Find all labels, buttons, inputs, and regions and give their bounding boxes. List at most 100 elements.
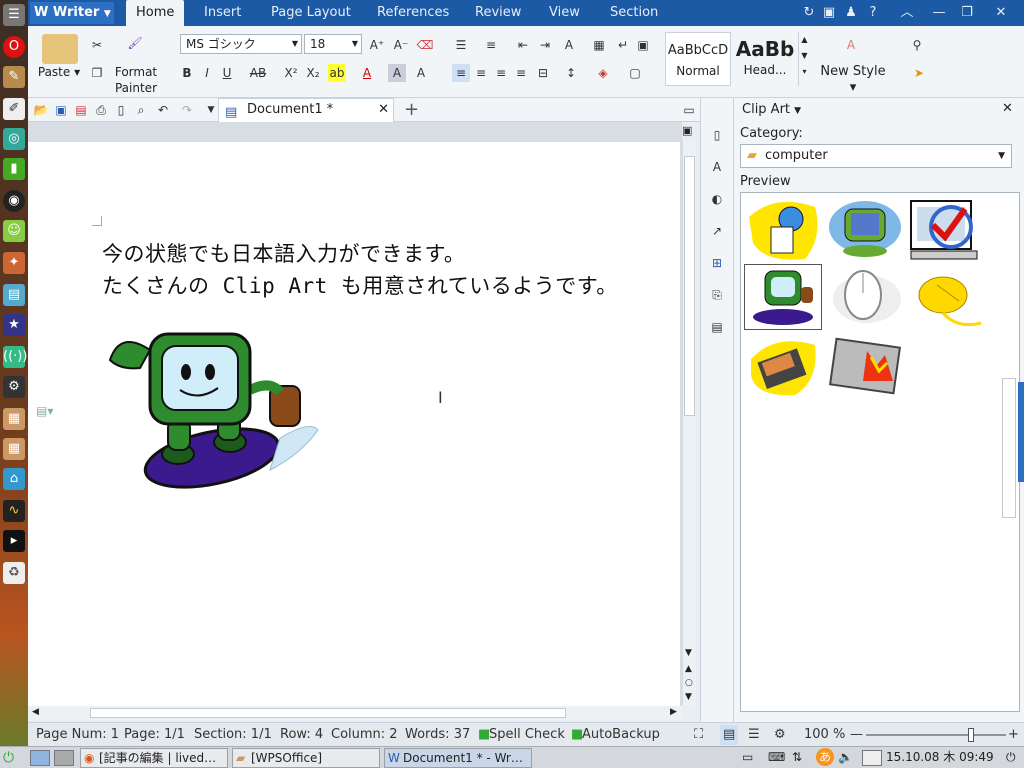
- panel-collapse-handle[interactable]: [1018, 382, 1024, 482]
- start-icon[interactable]: ⏻: [3, 749, 23, 767]
- network-tray-icon[interactable]: ⇅: [792, 747, 802, 767]
- table-icon[interactable]: ▦: [590, 36, 608, 54]
- styles-more-icon[interactable]: ▲ ▼ ▾: [798, 32, 810, 86]
- grow-font-icon[interactable]: A⁺: [368, 36, 386, 54]
- network-app-icon[interactable]: ◎: [3, 128, 25, 150]
- taskbar-item-browser[interactable]: ◉ [記事の編集 | lived…: [80, 748, 228, 768]
- cut-icon[interactable]: ✂: [88, 36, 106, 54]
- save-icon[interactable]: ▣: [52, 101, 70, 119]
- strikethrough-icon[interactable]: AB: [246, 64, 270, 82]
- tab-close-icon[interactable]: ✕: [378, 99, 389, 121]
- scroll-down-icon[interactable]: ▼: [685, 648, 692, 658]
- distribute-icon[interactable]: ⊟: [534, 64, 552, 82]
- notes-icon[interactable]: ✎: [3, 66, 25, 88]
- horizontal-scrollbar-thumb[interactable]: [90, 708, 566, 718]
- show-marks-icon[interactable]: ↵: [614, 36, 632, 54]
- brush-icon[interactable]: 🖌: [126, 34, 144, 52]
- format-painter-button[interactable]: Format Painter: [108, 64, 164, 96]
- clipart-thumb-scanner[interactable]: [745, 335, 821, 399]
- justify-icon[interactable]: ≡: [512, 64, 530, 82]
- zoom-in-icon[interactable]: +: [1008, 723, 1019, 747]
- monitor-icon[interactable]: ∿: [3, 500, 25, 522]
- clipart-thumb-mouse-yellow[interactable]: [907, 265, 983, 329]
- workspace-1[interactable]: [30, 750, 50, 766]
- char-border-icon[interactable]: A: [412, 64, 430, 82]
- autobackup-button[interactable]: AutoBackup: [582, 723, 660, 747]
- document-pane-icon[interactable]: ▤: [708, 318, 726, 336]
- paste-icon[interactable]: [42, 34, 78, 64]
- borders-icon[interactable]: ▢: [626, 64, 644, 82]
- clear-format-icon[interactable]: ⌫: [416, 36, 434, 54]
- highlight-icon[interactable]: ab: [328, 64, 346, 82]
- export-pdf-icon[interactable]: ▤: [72, 101, 90, 119]
- volume-icon[interactable]: 🔈: [838, 747, 853, 767]
- horizontal-scrollbar[interactable]: ◀ ▶: [28, 706, 682, 720]
- scrollbar-thumb[interactable]: [684, 156, 695, 416]
- find-icon[interactable]: ⚲: [908, 36, 926, 54]
- menu-icon[interactable]: ☰: [3, 4, 25, 26]
- pen-icon[interactable]: ✐: [3, 98, 25, 120]
- shrink-font-icon[interactable]: A⁻: [392, 36, 410, 54]
- clipart-panel-title[interactable]: Clip Art ▼: [742, 101, 801, 120]
- clipart-thumb-snowboarder[interactable]: [744, 264, 822, 330]
- shop-icon[interactable]: ⌂: [3, 468, 25, 490]
- new-doc-pane-icon[interactable]: ▯: [708, 126, 726, 144]
- sync-icon[interactable]: ↻: [800, 4, 818, 22]
- select-browse-icon[interactable]: ○: [685, 678, 693, 688]
- mascot-icon[interactable]: ☺: [3, 220, 25, 242]
- select-cursor-icon[interactable]: ➤: [910, 64, 928, 82]
- decrease-indent-icon[interactable]: ⇤: [514, 36, 532, 54]
- clipart-thumb-monitor-check[interactable]: [907, 197, 983, 261]
- font-color-icon[interactable]: A: [358, 64, 376, 82]
- tab-home[interactable]: Home: [126, 0, 185, 26]
- paragraph-handle-icon[interactable]: ▤▾: [36, 404, 53, 418]
- page-view-icon[interactable]: ▤: [720, 725, 739, 745]
- next-page-icon[interactable]: ▼: [685, 692, 692, 702]
- tab-page-layout[interactable]: Page Layout: [261, 0, 361, 26]
- star-app-icon[interactable]: ★: [3, 314, 25, 336]
- clipart-thumb-drive[interactable]: [827, 335, 903, 399]
- image-viewer-icon[interactable]: ▤: [3, 284, 25, 306]
- paint-icon[interactable]: ✦: [3, 252, 25, 274]
- style-normal[interactable]: AaBbCcD Normal: [665, 32, 731, 86]
- underline-icon[interactable]: U: [218, 64, 236, 82]
- style-heading[interactable]: AaBb Head...: [732, 32, 798, 86]
- new-tab-button[interactable]: +: [404, 99, 419, 121]
- align-center-icon[interactable]: ≡: [472, 64, 490, 82]
- app-menu-button[interactable]: W Writer ▼: [30, 2, 114, 24]
- terminal-icon[interactable]: ▸: [3, 530, 25, 552]
- clipart-pane-icon[interactable]: ⊞: [708, 254, 726, 272]
- styles-pane-icon[interactable]: A: [708, 158, 726, 176]
- help-icon[interactable]: ?: [864, 4, 882, 22]
- superscript-icon[interactable]: X²: [282, 64, 300, 82]
- select-pane-icon[interactable]: ↗: [708, 222, 726, 240]
- open-icon[interactable]: 📂: [32, 101, 50, 119]
- paste-button[interactable]: Paste ▾: [34, 64, 84, 80]
- tab-references[interactable]: References: [367, 0, 459, 26]
- notebook-icon[interactable]: ▮: [3, 158, 25, 180]
- document-line-2[interactable]: たくさんの Clip Art も用意されているようです。: [102, 270, 618, 300]
- preview-icon[interactable]: ⌕: [132, 101, 150, 119]
- restore-icon[interactable]: ❐: [958, 4, 976, 22]
- vertical-scrollbar[interactable]: ▼ ▲ ○ ▼: [682, 140, 696, 706]
- font-name-select[interactable]: MS ゴシック ▼: [180, 34, 302, 54]
- category-select[interactable]: ▰ computer ▼: [740, 144, 1012, 168]
- tab-insert[interactable]: Insert: [194, 0, 251, 26]
- new-style-button[interactable]: New Style ▾: [816, 64, 890, 96]
- bold-icon[interactable]: B: [178, 64, 196, 82]
- settings-gear-icon[interactable]: ⚙: [3, 376, 25, 398]
- align-left-icon[interactable]: ≡: [452, 64, 470, 82]
- zoom-slider-thumb[interactable]: [968, 728, 974, 742]
- redo-icon[interactable]: ↷: [178, 101, 196, 119]
- font-size-select[interactable]: 18 ▼: [304, 34, 362, 54]
- media-icon[interactable]: ◉: [3, 190, 25, 212]
- gallery-scrollbar[interactable]: [1002, 378, 1016, 518]
- workspace-2[interactable]: [54, 750, 74, 766]
- undo-icon[interactable]: ↶: [154, 101, 172, 119]
- package-icon[interactable]: ▦: [3, 408, 25, 430]
- shapes-pane-icon[interactable]: ◐: [708, 190, 726, 208]
- numbering-icon[interactable]: ≡: [482, 36, 500, 54]
- calendar-icon[interactable]: [862, 750, 882, 766]
- taskbar-item-folder[interactable]: ▰ [WPSOffice]: [232, 748, 380, 768]
- tab-list-icon[interactable]: ▭: [680, 101, 698, 119]
